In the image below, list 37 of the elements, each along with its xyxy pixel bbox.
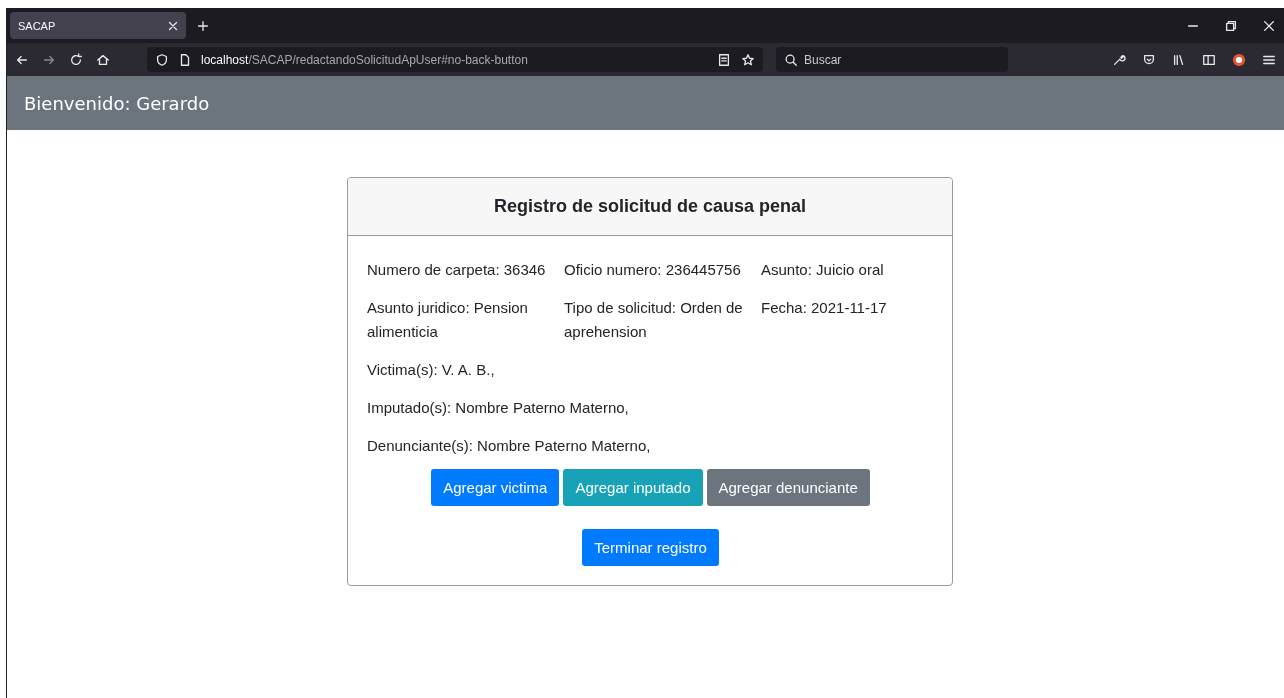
close-icon[interactable] xyxy=(1262,18,1276,33)
field-text: Oficio numero: 236445756 xyxy=(564,260,742,280)
browser-tab[interactable]: SACAP xyxy=(10,12,186,39)
plus-icon[interactable] xyxy=(196,18,210,33)
add-button[interactable]: Agregar victima xyxy=(431,469,560,506)
url-host: localhost xyxy=(201,52,249,67)
sidebar-icon[interactable] xyxy=(1202,52,1216,67)
extension-icon[interactable] xyxy=(1232,52,1246,67)
field-text: Asunto juridico: Pension alimenticia xyxy=(367,298,529,342)
welcome-text: Bienvenido: Gerardo xyxy=(24,92,210,114)
add-button[interactable]: Agregar denunciante xyxy=(706,469,870,506)
shield-icon xyxy=(155,52,169,67)
party-text: Victima(s): V. A. B., xyxy=(367,360,496,380)
field-text: Asunto: Juicio oral xyxy=(761,260,885,280)
card-title: Registro de solicitud de causa penal xyxy=(493,196,807,217)
field-text: Numero de carpeta: 36346 xyxy=(367,260,547,280)
party-text: Denunciante(s): Nombre Paterno Materno, xyxy=(367,436,652,456)
restore-icon[interactable] xyxy=(1224,18,1238,33)
library-icon[interactable] xyxy=(1172,52,1186,67)
field-text: Tipo de solicitud: Orden de aprehension xyxy=(564,298,744,342)
url-path: /SACAP/redactandoSolicitudApUser#no-back-button xyxy=(248,52,528,67)
search-placeholder: Buscar xyxy=(804,52,842,67)
search-field[interactable]: Buscar xyxy=(776,47,1008,72)
address-bar[interactable]: localhost/SACAP/redactandoSolicitudApUser#no-back-button xyxy=(147,47,763,72)
reader-view-icon[interactable] xyxy=(717,52,731,67)
pocket-icon[interactable] xyxy=(1142,52,1156,67)
reload-icon[interactable] xyxy=(69,52,83,67)
star-icon[interactable] xyxy=(741,52,755,67)
search-icon xyxy=(784,52,798,67)
finish-button[interactable]: Terminar registro xyxy=(582,529,719,566)
tab-title: SACAP xyxy=(18,19,56,32)
field-text: Fecha: 2021-11-17 xyxy=(761,298,888,318)
home-icon[interactable] xyxy=(96,52,110,67)
add-button[interactable]: Agregar inputado xyxy=(563,469,703,506)
wrench-icon[interactable] xyxy=(1112,52,1126,67)
page-icon xyxy=(178,52,192,67)
party-text: Imputado(s): Nombre Paterno Materno, xyxy=(367,398,630,418)
